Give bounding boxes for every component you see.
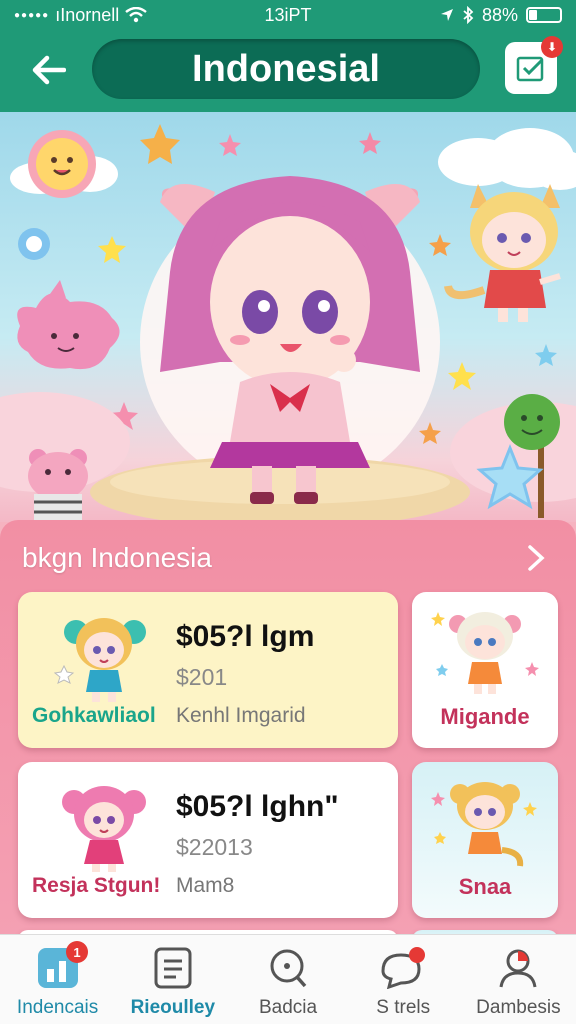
side-item-character-image <box>431 782 537 867</box>
notification-button[interactable]: ⬇ <box>505 36 563 94</box>
list-icon <box>154 947 192 989</box>
status-bar: ●●●●● ıInornell 13iPT 88% <box>0 0 576 30</box>
nav-item-rieoulley[interactable]: Rieoulley <box>115 935 230 1024</box>
signal-icon: ●●●●● <box>14 9 50 21</box>
item-name: Resja Stgun! <box>32 874 161 897</box>
side-item-card[interactable]: Snaa <box>412 762 558 918</box>
item-character-image <box>54 618 146 702</box>
pink-bear-character <box>28 449 88 520</box>
item-name: Gohkawliaol <box>32 704 156 727</box>
location-icon <box>440 9 453 21</box>
item-subprice: $22013 <box>176 834 253 860</box>
nav-label: Dambesis <box>476 997 561 1018</box>
side-item-name: Snaa <box>458 874 512 899</box>
nav-label: Rieoulley <box>130 997 216 1018</box>
profile-icon <box>499 949 537 988</box>
item-price: $05?l lgm <box>176 620 315 653</box>
carrier-label: ıInornell <box>55 4 120 25</box>
page-title: Indonesial <box>92 39 480 99</box>
panel-title: bkgn Indonesia <box>22 542 212 573</box>
inbox-check-icon <box>516 56 544 82</box>
item-character-image <box>62 786 146 872</box>
item-subprice: $201 <box>176 664 228 690</box>
nav-item-dambesis[interactable]: Dambesis <box>461 935 576 1024</box>
battery-icon <box>526 7 562 23</box>
nav-item-strels[interactable]: S trels <box>346 935 461 1024</box>
sun-character <box>28 130 96 198</box>
side-item-character-image <box>431 612 539 694</box>
arrow-left-icon <box>32 55 66 85</box>
side-item-card[interactable]: Migande <box>412 592 558 748</box>
nav-label: Badcia <box>258 997 318 1018</box>
nav-label: Indencais <box>16 997 99 1018</box>
cat-girl-character <box>444 184 561 322</box>
panel-header[interactable]: bkgn Indonesia <box>22 538 554 578</box>
nav-label: S trels <box>376 997 431 1018</box>
nav-item-indencais[interactable]: 1 Indencais <box>0 935 115 1024</box>
nav-badge: 1 <box>66 941 88 963</box>
hero-scene <box>0 124 576 522</box>
wifi-icon <box>125 7 147 23</box>
cloud-right <box>438 128 576 190</box>
status-right: 88% <box>362 5 562 26</box>
blue-flower <box>18 228 50 260</box>
bottom-nav: 1 Indencais Rieoulley Badcia S trels Dam… <box>0 934 576 1024</box>
status-left: ●●●●● ıInornell <box>14 5 214 26</box>
item-description: Mam8 <box>176 874 235 897</box>
side-item-name: Migande <box>440 704 530 729</box>
shop-item-card[interactable]: $05?l lghn" $22013 Resja Stgun! Mam8 <box>18 762 398 918</box>
shop-item-card[interactable]: $05?l lgm $201 Gohkawliaol Kenhl Imgarid <box>18 592 398 748</box>
chat-icon <box>381 947 426 989</box>
shop-panel: bkgn Indonesia $05?l lgm $201 Gohkawliao… <box>0 520 576 950</box>
notification-badge: ⬇ <box>541 36 563 58</box>
status-time: 13iPT <box>264 4 312 25</box>
search-icon <box>270 949 307 988</box>
battery-percent: 88% <box>481 4 518 25</box>
item-price: $05?l lghn" <box>176 790 339 823</box>
nav-item-badcia[interactable]: Badcia <box>230 935 345 1024</box>
chevron-right-icon[interactable] <box>518 540 554 576</box>
back-button[interactable] <box>24 48 74 92</box>
item-description: Kenhl Imgarid <box>176 704 306 727</box>
pink-creature <box>17 280 120 370</box>
hero-illustration <box>0 112 576 522</box>
app-header: Indonesial ⬇ <box>0 30 576 112</box>
bluetooth-icon <box>463 6 474 24</box>
